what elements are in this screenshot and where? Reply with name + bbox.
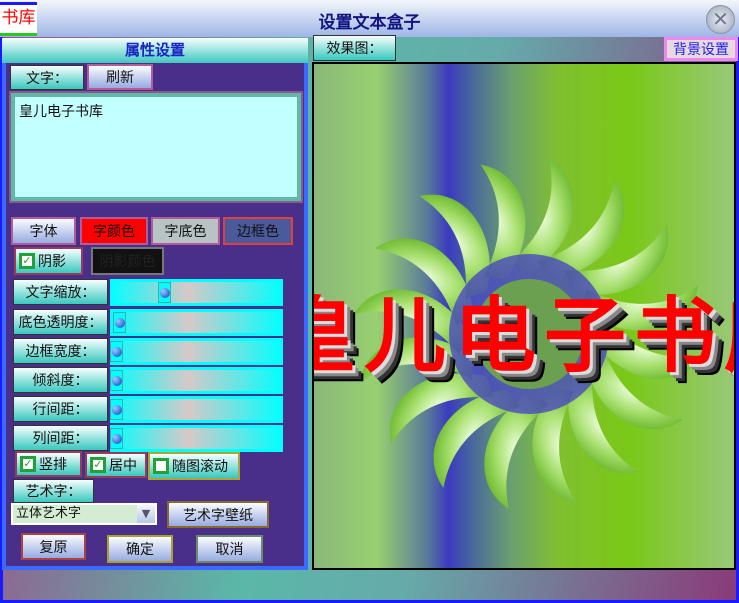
refresh-button[interactable]: 刷新 <box>87 64 153 90</box>
preview-tab: 效果图： <box>313 35 396 61</box>
slider-thumb[interactable] <box>158 282 171 303</box>
slider-label: 列间距： <box>13 425 108 451</box>
slider-track[interactable] <box>110 367 283 394</box>
shadow-label: 阴影 <box>38 254 66 270</box>
scroll-label: 随图滚动 <box>172 459 228 475</box>
slider-label: 倾斜度： <box>13 367 108 393</box>
font-color-button[interactable]: 字颜色 <box>80 217 148 245</box>
chevron-down-icon[interactable]: ▼ <box>137 505 155 523</box>
slider-thumb[interactable] <box>110 341 123 362</box>
check-icon: ✓ <box>20 456 36 472</box>
vertical-checkbox[interactable]: ✓ 竖排 <box>15 451 82 477</box>
shadow-color-button[interactable]: 阴影颜色 <box>91 247 164 275</box>
slider-label: 底色透明度： <box>13 309 108 335</box>
check-icon: ✓ <box>19 253 35 269</box>
window-title: 设置文本盒子 <box>318 13 421 33</box>
vertical-label: 竖排 <box>39 457 67 473</box>
art-text-preview: 皇儿电子书库 <box>314 288 734 384</box>
text-input[interactable] <box>9 91 303 203</box>
properties-header: 属性设置 <box>2 38 308 63</box>
art-text-label: 艺术字： <box>13 479 94 503</box>
slider-track[interactable] <box>110 338 283 365</box>
checkbox-empty-icon <box>153 458 169 474</box>
slider-label: 文字缩放： <box>13 279 108 305</box>
slider-label: 边框宽度： <box>13 338 108 364</box>
shadow-checkbox[interactable]: ✓ 阴影 <box>14 247 83 275</box>
slider-track[interactable] <box>110 425 283 452</box>
ok-button[interactable]: 确定 <box>107 535 173 563</box>
reset-button[interactable]: 复原 <box>21 533 86 560</box>
check-icon: ✓ <box>90 457 106 473</box>
background-settings-button[interactable]: 背景设置 <box>664 37 738 61</box>
bg-color-button[interactable]: 字底色 <box>151 217 220 245</box>
slider-track[interactable] <box>110 396 283 423</box>
slider-thumb[interactable] <box>110 370 123 391</box>
cancel-button[interactable]: 取消 <box>196 535 263 563</box>
text-label: 文字： <box>10 65 84 90</box>
center-checkbox[interactable]: ✓ 居中 <box>85 452 147 478</box>
slider-label: 行间距： <box>13 396 108 422</box>
slider-track[interactable] <box>110 309 283 336</box>
close-icon[interactable]: ✕ <box>706 5 735 34</box>
art-text-select[interactable]: 立体艺术字 <box>11 503 157 525</box>
scroll-with-image-checkbox[interactable]: 随图滚动 <box>148 452 240 480</box>
slider-thumb[interactable] <box>113 312 127 333</box>
font-button[interactable]: 字体 <box>11 217 76 245</box>
art-wallpaper-button[interactable]: 艺术字壁纸 <box>167 501 269 528</box>
border-color-button[interactable]: 边框色 <box>223 217 293 245</box>
slider-track[interactable] <box>110 279 283 306</box>
preview-area: 皇儿电子书库 <box>312 62 736 570</box>
slider-thumb[interactable] <box>110 428 123 449</box>
center-label: 居中 <box>109 458 137 474</box>
slider-thumb[interactable] <box>110 399 123 420</box>
